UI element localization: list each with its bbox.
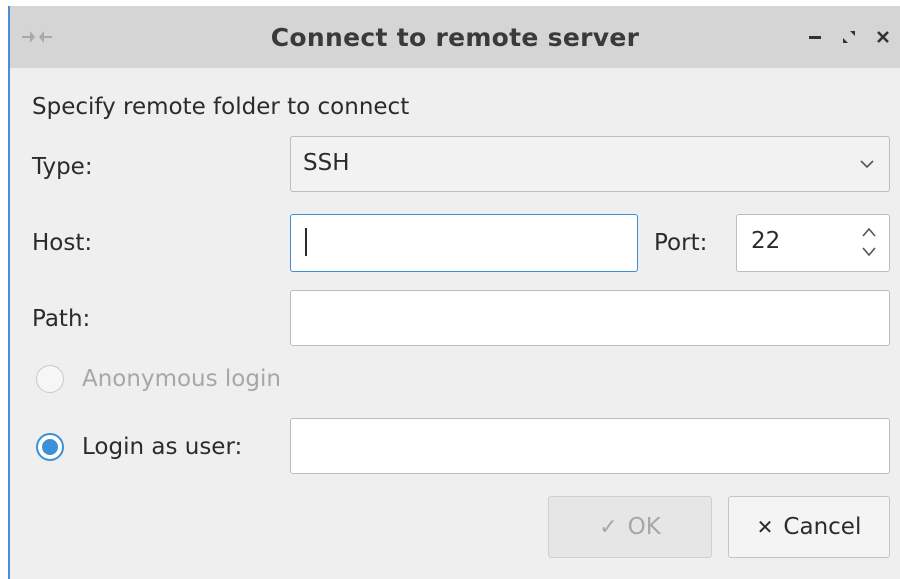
remote-connect-icon xyxy=(20,25,54,49)
maximize-icon xyxy=(843,31,855,43)
chevron-down-icon xyxy=(860,160,874,169)
type-select[interactable]: SSH xyxy=(290,136,890,192)
type-select-value: SSH xyxy=(303,150,350,176)
username-input[interactable] xyxy=(290,418,890,474)
anonymous-login-radio[interactable] xyxy=(36,365,64,393)
cancel-button[interactable]: ✕ Cancel xyxy=(728,496,890,558)
port-spinbox[interactable]: 22 xyxy=(736,214,890,272)
title-bar[interactable]: Connect to remote server xyxy=(10,6,900,68)
window-title: Connect to remote server xyxy=(270,22,640,52)
x-icon: ✕ xyxy=(756,515,774,539)
minimize-button[interactable] xyxy=(800,20,830,54)
checkmark-icon: ✓ xyxy=(599,514,618,540)
login-as-user-radio[interactable] xyxy=(36,433,64,461)
ok-button-label: OK xyxy=(627,514,661,540)
host-label: Host: xyxy=(32,230,93,256)
dialog-heading: Specify remote folder to connect xyxy=(32,94,410,120)
minimize-icon xyxy=(809,36,821,39)
anonymous-login-label[interactable]: Anonymous login xyxy=(82,366,281,392)
port-value: 22 xyxy=(751,228,781,254)
close-icon xyxy=(877,31,889,43)
ok-button[interactable]: ✓ OK xyxy=(548,496,712,558)
host-input[interactable] xyxy=(290,214,638,272)
path-label: Path: xyxy=(32,306,91,332)
spin-arrows-icon[interactable] xyxy=(861,225,877,259)
type-label: Type: xyxy=(32,154,93,180)
close-button[interactable] xyxy=(868,20,898,54)
path-input[interactable] xyxy=(290,290,890,346)
cancel-button-label: Cancel xyxy=(783,514,862,540)
login-as-user-label[interactable]: Login as user: xyxy=(82,434,242,460)
maximize-button[interactable] xyxy=(834,20,864,54)
dialog-body: Specify remote folder to connect Type: S… xyxy=(10,68,900,579)
text-caret xyxy=(305,228,307,256)
port-label: Port: xyxy=(654,230,708,256)
connect-dialog: Connect to remote server Specify remote … xyxy=(8,6,900,579)
